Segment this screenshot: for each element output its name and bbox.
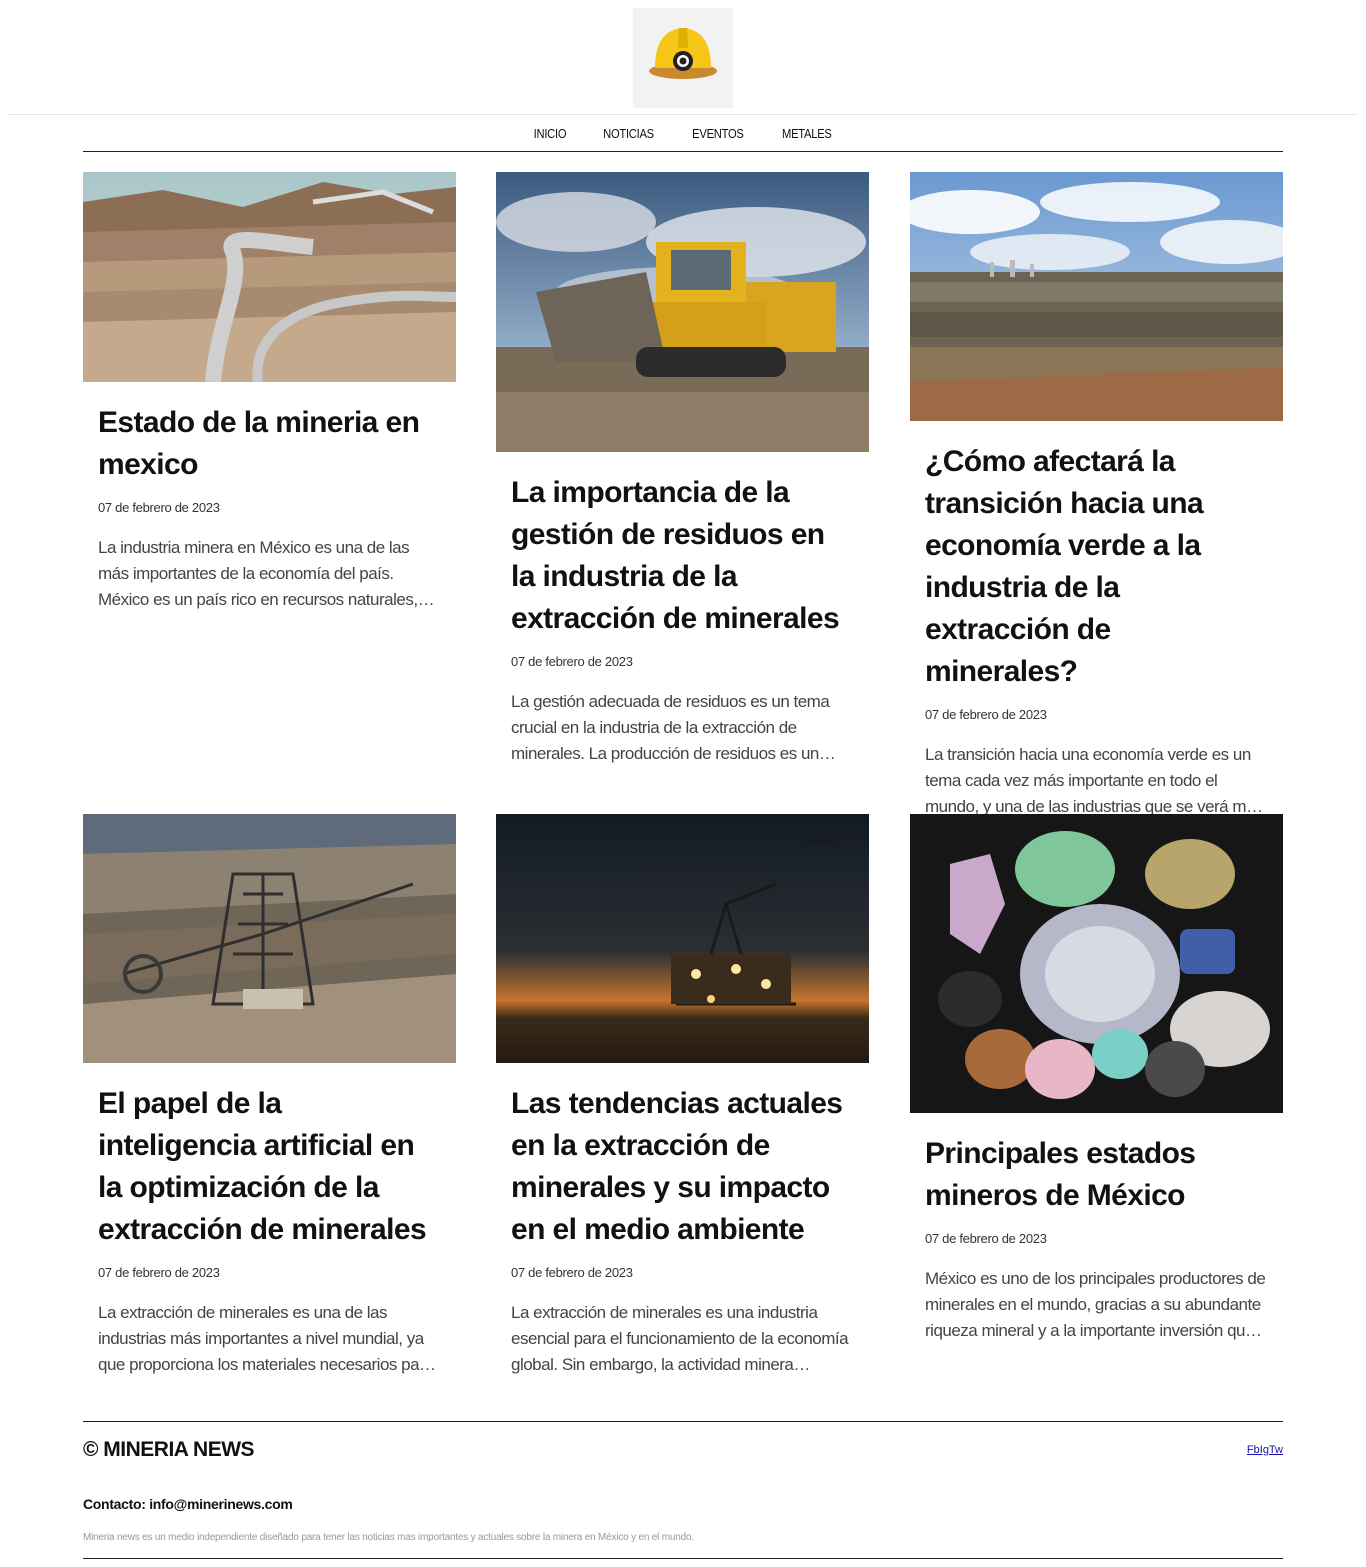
- article-date: 07 de febrero de 2023: [511, 1265, 633, 1280]
- article-image-bucket-wheel-excavator[interactable]: [83, 814, 456, 1063]
- article-excerpt: La transición hacia una economía verde e…: [925, 745, 1263, 816]
- footer-about: Mineria news es un medio independiente d…: [83, 1532, 694, 1543]
- article-title[interactable]: La importancia de la gestión de residuos…: [511, 472, 854, 640]
- article-image-bulldozer[interactable]: [496, 172, 869, 452]
- footer-contact: Contacto: info@minerinews.com: [83, 1496, 293, 1512]
- article-excerpt: La extracción de minerales es una indust…: [511, 1303, 849, 1374]
- article-excerpt: La industria minera en México es una de …: [98, 538, 418, 609]
- article-card[interactable]: Estado de la mineria en mexico 07 de feb…: [83, 172, 456, 613]
- article-image-open-field-mine[interactable]: [910, 172, 1283, 421]
- footer-divider: [83, 1558, 1283, 1559]
- article-date: 07 de febrero de 2023: [98, 1265, 220, 1280]
- nav-item-eventos[interactable]: EVENTOS: [692, 126, 744, 141]
- nav-item-noticias[interactable]: NOTICIAS: [603, 126, 654, 141]
- article-date: 07 de febrero de 2023: [925, 1231, 1047, 1246]
- article-title[interactable]: Estado de la mineria en mexico: [98, 402, 441, 486]
- article-excerpt: La extracción de minerales es una de las…: [98, 1303, 434, 1374]
- article-date: 07 de febrero de 2023: [511, 654, 633, 669]
- footer-brand: © MINERIA NEWS: [83, 1438, 255, 1461]
- article-image-excavator-night[interactable]: [496, 814, 869, 1063]
- article-date: 07 de febrero de 2023: [925, 707, 1047, 722]
- article-title[interactable]: El papel de la inteligencia artificial e…: [98, 1083, 441, 1251]
- hard-hat-icon: [633, 8, 733, 108]
- article-title[interactable]: Las tendencias actuales en la extracción…: [511, 1083, 854, 1251]
- article-title[interactable]: Principales estados mineros de México: [925, 1133, 1268, 1217]
- site-footer: © MINERIA NEWS FbIgTw Contacto: info@min…: [83, 1421, 1283, 1559]
- article-card[interactable]: Las tendencias actuales en la extracción…: [496, 814, 869, 1378]
- article-title[interactable]: ¿Cómo afectará la transición hacia una e…: [925, 441, 1268, 693]
- nav-item-inicio[interactable]: INICIO: [533, 126, 566, 141]
- article-excerpt: México es uno de los principales product…: [925, 1269, 1266, 1340]
- article-card[interactable]: El papel de la inteligencia artificial e…: [83, 814, 456, 1378]
- article-card[interactable]: ¿Cómo afectará la transición hacia una e…: [910, 172, 1283, 820]
- article-image-minerals[interactable]: [910, 814, 1283, 1113]
- site-header: [8, 0, 1358, 115]
- article-card[interactable]: Principales estados mineros de México 07…: [910, 814, 1283, 1344]
- article-date: 07 de febrero de 2023: [98, 500, 220, 515]
- footer-social-links[interactable]: FbIgTw: [1247, 1444, 1283, 1456]
- article-image-open-pit-mine[interactable]: [83, 172, 456, 382]
- article-card[interactable]: La importancia de la gestión de residuos…: [496, 172, 869, 767]
- article-excerpt: La gestión adecuada de residuos es un te…: [511, 692, 830, 763]
- site-logo[interactable]: [633, 8, 733, 108]
- nav-item-metales[interactable]: METALES: [782, 126, 832, 141]
- main-nav: INICIO NOTICIAS EVENTOS METALES: [83, 115, 1283, 152]
